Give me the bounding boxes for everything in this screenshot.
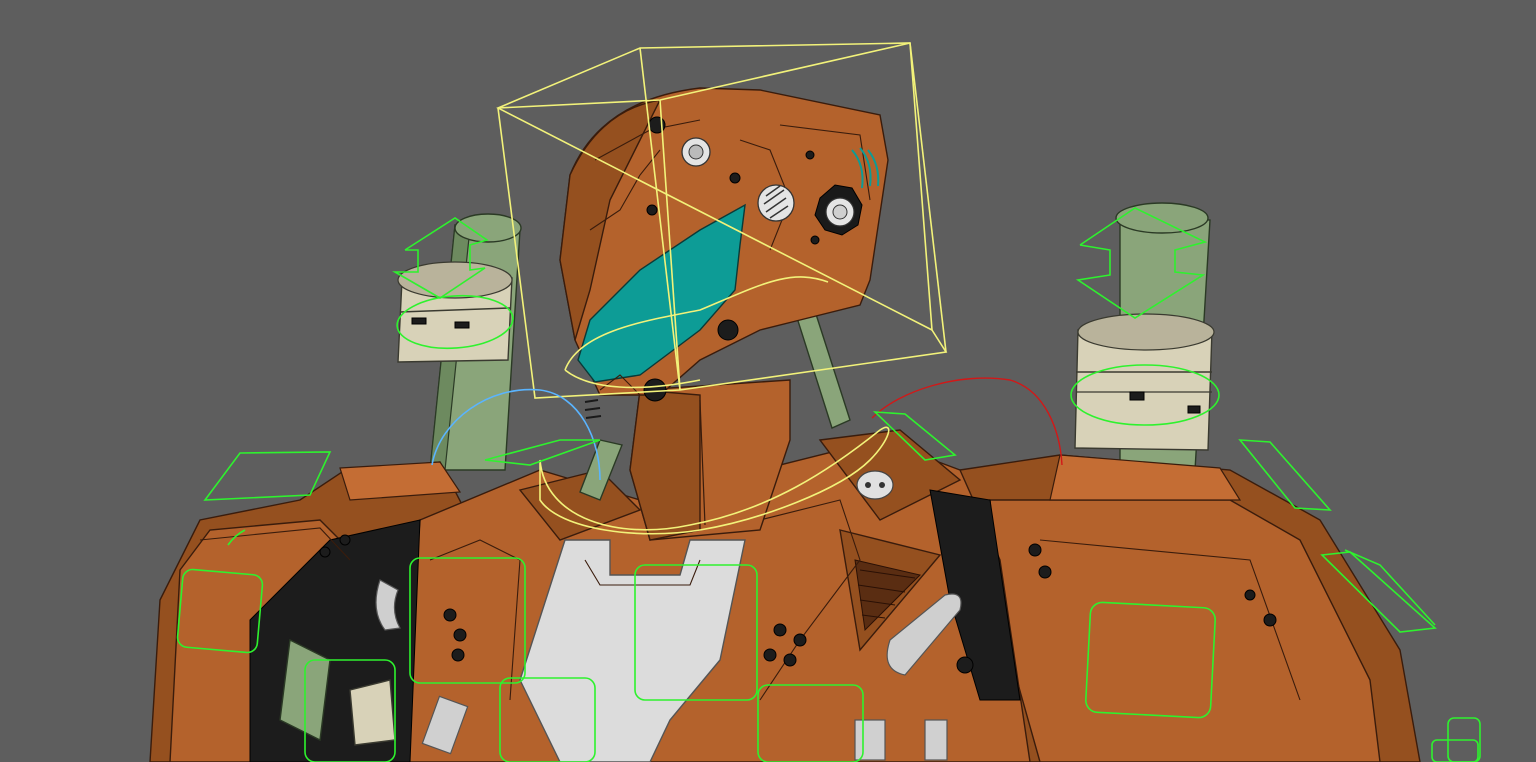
left-clavicle-control[interactable] (203, 451, 332, 501)
3d-viewport[interactable] (0, 0, 1536, 762)
head[interactable] (559, 87, 889, 419)
left-back-tube[interactable] (397, 213, 522, 471)
torso[interactable] (149, 429, 1421, 762)
robot-scene[interactable] (0, 0, 1536, 762)
right-back-tube[interactable] (1074, 202, 1215, 471)
